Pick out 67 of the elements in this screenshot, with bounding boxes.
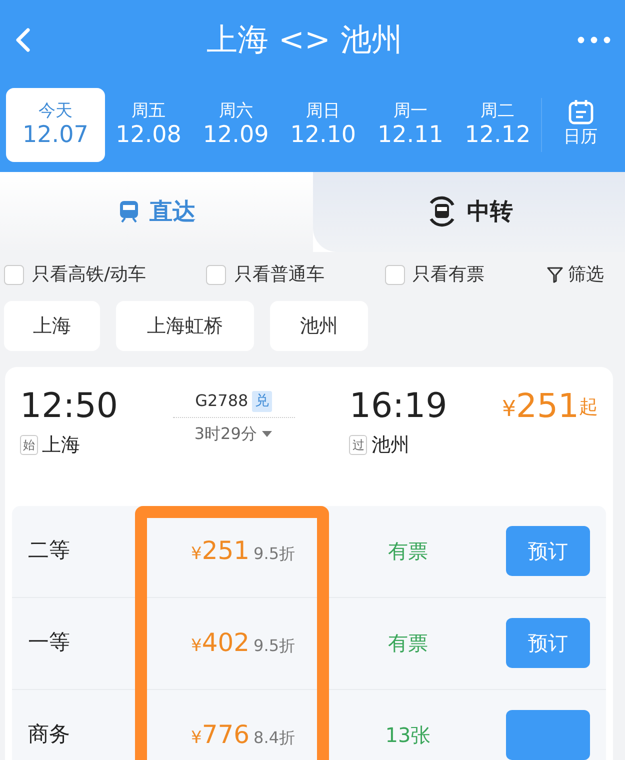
availability-label: 有票	[387, 630, 429, 657]
weekday-label: 周一	[393, 102, 428, 122]
book-button[interactable]: 预订	[506, 526, 590, 576]
currency-sign: ¥	[191, 728, 202, 748]
seat-price: 776	[202, 720, 250, 750]
date-tab[interactable]: 周一 12.11	[366, 88, 454, 162]
more-icon[interactable]	[576, 36, 611, 44]
arrival-time: 16:19	[349, 389, 448, 423]
date-tab[interactable]: 周六 12.09	[192, 88, 280, 162]
checkbox[interactable]	[206, 264, 226, 284]
seat-class: 二等	[28, 537, 71, 564]
seat-class: 商务	[28, 721, 71, 748]
filter-label: 只看有票	[412, 263, 485, 287]
discount-label: 8.4折	[254, 727, 295, 750]
filter-label: 只看高铁/动车	[32, 263, 146, 287]
date-tab[interactable]: 周五 12.08	[104, 88, 192, 162]
station-tag: 始	[20, 435, 38, 456]
date-tab[interactable]: 今天 12.07	[6, 88, 105, 162]
back-icon[interactable]	[14, 27, 32, 53]
currency-sign: ¥	[502, 396, 516, 424]
train-card[interactable]: 12:50 始 上海 G2788 兑 3时29分 16:19 过 池州 ¥251起 二等 ¥251 9.5折 有票 预订 一等 ¥402 9.5折 有票 预订 商务 ¥776 8.4折 13张	[5, 367, 613, 760]
discount-label: 9.5折	[254, 635, 295, 658]
weekday-label: 今天	[38, 102, 72, 122]
currency-sign: ¥	[191, 544, 202, 564]
station-name: 池州	[371, 433, 410, 458]
date-label: 12.08	[116, 122, 182, 148]
page-title: 上海 <> 池州	[206, 20, 402, 60]
availability-label: 有票	[387, 538, 429, 565]
seat-price: 402	[202, 628, 250, 658]
station-tag: 过	[349, 435, 368, 456]
station-chip[interactable]: 池州	[270, 301, 368, 351]
route-tab[interactable]: 中转	[312, 172, 625, 252]
seat-price: 251	[202, 536, 250, 566]
weekday-label: 周日	[306, 102, 340, 122]
book-button[interactable]: 预订	[506, 618, 590, 668]
calendar-button[interactable]: 日历	[541, 98, 620, 152]
weekday-label: 周二	[480, 102, 515, 122]
date-tab[interactable]: 周二 12.12	[454, 88, 542, 162]
caret-icon	[260, 430, 273, 438]
calendar-icon	[568, 99, 594, 126]
discount-label: 9.5折	[254, 543, 295, 566]
checkbox[interactable]	[4, 264, 24, 284]
train-tag: 兑	[252, 390, 272, 412]
price-suffix: 起	[578, 395, 598, 420]
date-tab[interactable]: 周日 12.10	[279, 88, 367, 162]
book-button[interactable]	[506, 710, 590, 760]
train-number: G2788	[195, 390, 248, 412]
filter-button[interactable]: 筛选	[544, 260, 605, 289]
date-label: 12.12	[464, 122, 531, 148]
availability-label: 13张	[384, 722, 432, 749]
date-label: 12.11	[377, 122, 444, 148]
weekday-label: 周五	[132, 102, 166, 122]
checkbox[interactable]	[384, 264, 405, 284]
weekday-label: 周六	[218, 102, 253, 122]
date-label: 12.10	[290, 122, 356, 148]
departure-time: 12:50	[20, 389, 118, 423]
station-chip[interactable]: 上海	[4, 301, 100, 351]
date-label: 12.07	[22, 122, 88, 148]
filter-icon	[546, 265, 564, 284]
station-chip[interactable]: 上海虹桥	[116, 301, 254, 351]
currency-sign: ¥	[191, 636, 202, 656]
duration-toggle[interactable]: 3时29分	[194, 422, 273, 446]
date-label: 12.09	[202, 122, 269, 148]
station-name: 上海	[42, 433, 80, 458]
filter-label: 只看普通车	[234, 263, 324, 287]
lowest-price: 251	[516, 389, 579, 422]
seat-class: 一等	[28, 629, 71, 656]
